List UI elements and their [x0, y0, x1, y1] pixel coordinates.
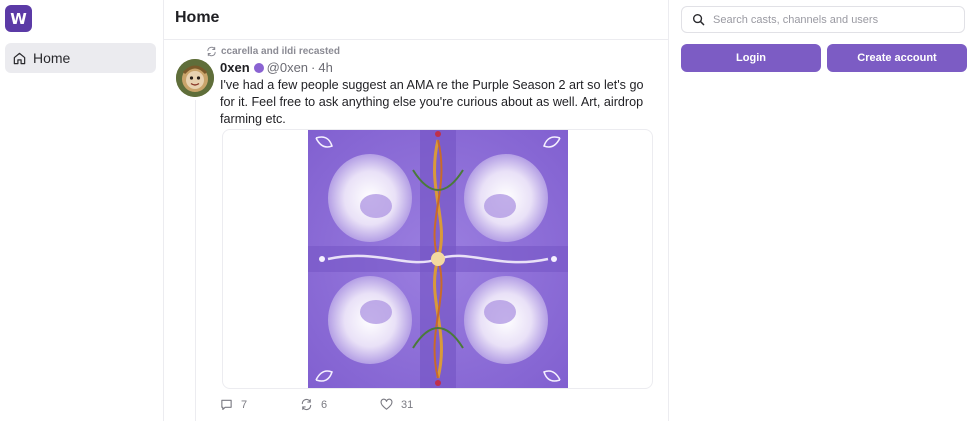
sidebar-item-home[interactable]: Home — [5, 43, 156, 73]
avatar-image — [176, 59, 214, 97]
search-box[interactable] — [681, 6, 965, 33]
post-header: 0xen @0xen · 4h — [220, 60, 333, 75]
recast-count: 6 — [321, 398, 328, 411]
heart-icon — [380, 398, 393, 410]
main-feed: Home ccarella and ildi recasted 0xen @0x… — [164, 0, 668, 421]
header-divider — [164, 39, 668, 40]
left-sidebar: W Home — [0, 0, 163, 421]
post-time[interactable]: 4h — [318, 60, 332, 75]
recast-button[interactable]: 6 — [300, 398, 380, 411]
reply-button[interactable]: 7 — [220, 398, 300, 411]
recast-icon — [207, 46, 216, 57]
post-image[interactable] — [308, 130, 568, 388]
page-title: Home — [175, 9, 220, 26]
author-name[interactable]: 0xen — [220, 60, 250, 75]
search-icon — [692, 13, 705, 26]
like-count: 31 — [401, 398, 414, 411]
comment-icon — [221, 399, 232, 410]
right-panel: Login Create account — [669, 0, 972, 421]
meta-separator: · — [311, 60, 316, 75]
home-icon — [13, 52, 26, 64]
recast-attribution[interactable]: ccarella and ildi recasted — [206, 46, 340, 57]
recast-icon — [301, 398, 312, 411]
create-account-button[interactable]: Create account — [827, 44, 967, 72]
recast-text: ccarella and ildi recasted — [221, 46, 340, 57]
like-button[interactable]: 31 — [380, 398, 413, 411]
thread-line — [195, 100, 196, 421]
login-button[interactable]: Login — [681, 44, 821, 72]
app-logo[interactable]: W — [5, 5, 32, 32]
logo-letter: W — [10, 9, 27, 28]
post-actions: 7 6 31 — [220, 398, 413, 411]
post-text: I've had a few people suggest an AMA re … — [220, 78, 644, 126]
author-handle[interactable]: @0xen — [267, 60, 308, 75]
verified-badge-icon — [253, 62, 264, 73]
sidebar-item-label: Home — [33, 50, 71, 66]
search-input[interactable] — [713, 13, 953, 26]
avatar[interactable] — [176, 59, 214, 97]
reply-count: 7 — [241, 398, 248, 411]
